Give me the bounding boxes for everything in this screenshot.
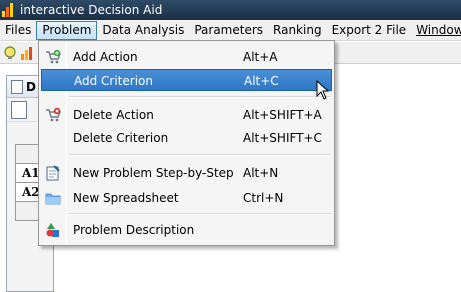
menu-separator xyxy=(69,154,331,156)
menu-item-shortcut: Alt+A xyxy=(243,50,278,64)
menu-item-delete-criterion[interactable]: Delete Criterion Alt+SHIFT+C xyxy=(41,127,332,149)
menu-item-label: New Spreadsheet xyxy=(73,191,179,205)
lightbulb-icon[interactable] xyxy=(3,46,17,60)
menu-problem[interactable]: Problem xyxy=(36,20,98,40)
app-logo-icon xyxy=(2,3,16,17)
bar-chart-icon[interactable] xyxy=(20,46,34,60)
menu-separator xyxy=(69,213,331,215)
menu-item-shortcut: Alt+SHIFT+A xyxy=(243,108,322,122)
shapes-icon xyxy=(46,223,59,237)
menu-item-label: Delete Criterion xyxy=(73,131,169,145)
window-titlebar: interactive Decision Aid xyxy=(0,0,461,20)
menu-ranking[interactable]: Ranking xyxy=(268,21,327,40)
menu-item-shortcut: Alt+SHIFT+C xyxy=(243,131,322,145)
menu-item-shortcut: Ctrl+N xyxy=(243,191,284,205)
menu-bar: Files Problem Data Analysis Parameters R… xyxy=(0,20,461,41)
folder-icon xyxy=(45,193,61,205)
menu-window[interactable]: Window xyxy=(411,21,461,40)
spreadsheet-title: D xyxy=(26,79,36,94)
menu-item-problem-description[interactable]: Problem Description xyxy=(41,219,332,241)
menu-item-new-problem-step-by-step[interactable]: New Problem Step-by-Step Alt+N xyxy=(41,162,332,184)
menu-item-label: Delete Action xyxy=(73,108,154,122)
menu-item-label: New Problem Step-by-Step xyxy=(73,166,234,180)
cart-delete-icon xyxy=(46,107,61,122)
menu-item-add-action[interactable]: Add Action Alt+A xyxy=(41,46,332,68)
menu-item-new-spreadsheet[interactable]: New Spreadsheet Ctrl+N xyxy=(41,187,332,209)
cart-add-icon xyxy=(46,49,61,64)
menu-item-shortcut: Alt+N xyxy=(243,166,279,180)
wizard-icon xyxy=(46,165,60,181)
mouse-pointer-icon xyxy=(316,80,330,100)
menu-item-label: Add Criterion xyxy=(74,74,153,88)
menu-item-add-criterion[interactable]: Add Criterion Alt+C xyxy=(41,69,332,91)
menu-parameters[interactable]: Parameters xyxy=(189,21,268,40)
menu-separator xyxy=(69,96,331,98)
window-title: interactive Decision Aid xyxy=(20,3,163,17)
edit-icon[interactable] xyxy=(11,100,27,119)
menu-data-analysis[interactable]: Data Analysis xyxy=(97,21,189,40)
menu-item-delete-action[interactable]: Delete Action Alt+SHIFT+A xyxy=(41,104,332,126)
menu-item-label: Add Action xyxy=(73,50,138,64)
menu-files[interactable]: Files xyxy=(0,21,36,40)
document-icon xyxy=(11,79,23,94)
menu-export-2-file[interactable]: Export 2 File xyxy=(327,21,412,40)
menu-item-shortcut: Alt+C xyxy=(244,74,279,88)
menu-window-label: Window xyxy=(416,22,461,37)
menu-item-label: Problem Description xyxy=(73,223,195,237)
problem-menu-dropdown: Add Action Alt+A Add Criterion Alt+C Del… xyxy=(38,40,335,246)
